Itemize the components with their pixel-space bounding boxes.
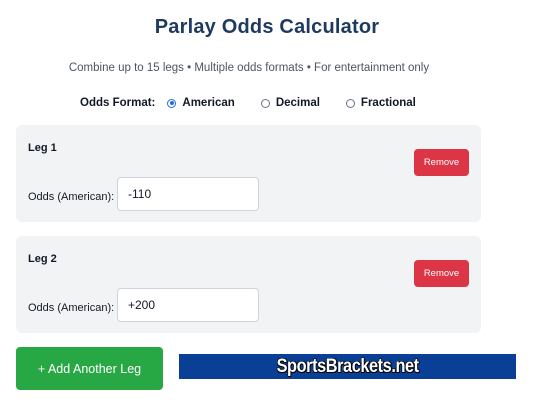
page-subtitle: Combine up to 15 legs • Multiple odds fo…: [68, 62, 430, 74]
odds-format-fractional[interactable]: Fractional: [345, 97, 416, 109]
remove-leg-button[interactable]: Remove: [414, 260, 469, 287]
sportsbrackets-banner[interactable]: SportsBrackets.net: [179, 354, 516, 379]
leg-title: Leg 2: [28, 253, 57, 265]
odds-format-decimal[interactable]: Decimal: [260, 97, 320, 109]
odds-input[interactable]: -110: [117, 177, 259, 211]
add-leg-button[interactable]: + Add Another Leg: [16, 347, 163, 390]
banner-logo-text: SportsBrackets.net: [276, 355, 419, 377]
page-title: Parlay Odds Calculator: [154, 16, 380, 38]
odds-format-american-label: American: [182, 97, 235, 109]
odds-format-selector: Odds Format: American Decimal Fractional: [80, 96, 442, 110]
leg-title: Leg 1: [28, 142, 57, 154]
radio-decimal[interactable]: [260, 98, 270, 108]
odds-format-fractional-label: Fractional: [360, 97, 416, 109]
odds-format-american[interactable]: American: [167, 97, 235, 109]
radio-fractional[interactable]: [345, 98, 355, 108]
odds-label: Odds (American):: [28, 302, 115, 314]
odds-format-decimal-label: Decimal: [275, 97, 320, 109]
odds-input[interactable]: +200: [117, 288, 259, 322]
odds-format-label: Odds Format:: [80, 97, 156, 109]
remove-leg-button[interactable]: Remove: [414, 149, 469, 176]
leg-card: Leg 1 Remove Odds (American): -110: [16, 125, 481, 222]
radio-american[interactable]: [167, 98, 177, 108]
leg-card: Leg 2 Remove Odds (American): +200: [16, 236, 481, 333]
odds-label: Odds (American):: [28, 191, 115, 203]
